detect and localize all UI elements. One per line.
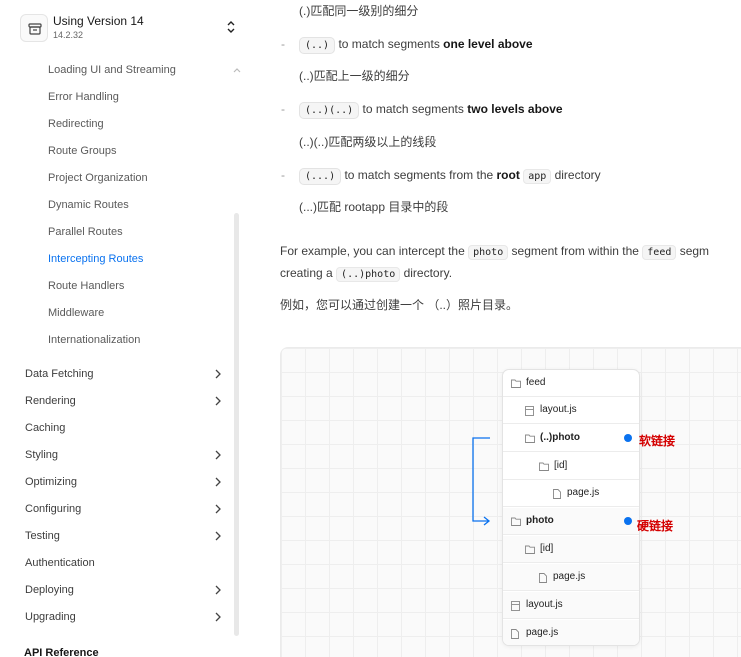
sidebar-item-middleware[interactable]: Middleware [48,304,238,331]
tree-row-intercept-photo: (..)photo [503,425,639,452]
layout-file-icon [511,601,520,611]
folder-icon [525,434,535,443]
list-item: - (..) to match segments one level above [281,37,533,54]
inline-code: feed [642,245,677,260]
chevron-right-icon [215,396,221,406]
sidebar-item-testing[interactable]: Testing [25,526,225,553]
sidebar-item-intercepting-routes[interactable]: Intercepting Routes [48,250,238,277]
chevron-right-icon [215,585,221,595]
folder-icon [539,462,549,471]
sidebar-item-dynamic-routes[interactable]: Dynamic Routes [48,196,238,223]
sidebar-item-project-organization[interactable]: Project Organization [48,169,238,196]
folder-icon [525,545,535,554]
tree-row-photo-page: page.js [503,564,639,591]
chevron-right-icon [215,477,221,487]
sidebar-item-styling[interactable]: Styling [25,445,225,472]
soft-link-annotation: 软链接 [639,434,676,448]
example-paragraph: For example, you can intercept the photo… [280,244,710,260]
sidebar-item-internationalization[interactable]: Internationalization [48,331,238,358]
example-paragraph-cont: creating a (..)photo directory. [280,266,453,282]
chevron-right-icon [215,531,221,541]
file-icon [539,573,547,583]
inline-code: app [523,169,552,184]
sidebar-item-optimizing[interactable]: Optimizing [25,472,225,499]
tree-row-feed-layout: layout.js [503,397,639,424]
translation-line: (..)(..)匹配两级以上的线段 [299,135,437,149]
version-number: 14.2.32 [53,30,84,40]
file-tree: feed layout.js (..)photo [id] page.js ph… [502,369,640,646]
tree-row-root-layout: layout.js [503,592,639,619]
translation-line: 例如，您可以通过创建一个 （..）照片目录。 [280,298,519,312]
layout-file-icon [525,406,534,416]
folder-icon [511,379,521,388]
chevron-right-icon [215,504,221,514]
translation-line: (..)匹配上一级的细分 [299,69,410,83]
tree-row-intercept-id: [id] [503,453,639,480]
archive-icon [20,14,48,42]
sidebar-item-redirecting[interactable]: Redirecting [48,115,238,142]
version-switcher[interactable]: Using Version 14 14.2.32 [20,11,244,45]
sidebar-item-parallel-routes[interactable]: Parallel Routes [48,223,238,250]
translation-line: (...)匹配 rootapp 目录中的段 [299,200,449,214]
sidebar-item-route-groups[interactable]: Route Groups [48,142,238,169]
sidebar-scrollbar[interactable] [234,213,239,636]
sidebar-item-configuring[interactable]: Configuring [25,499,225,526]
tree-row-photo-id: [id] [503,536,639,563]
routing-sub-nav: Loading UI and Streaming Error Handling … [48,61,238,358]
sidebar-item-loading-ui[interactable]: Loading UI and Streaming [48,61,238,88]
chevron-up-down-icon [227,21,235,33]
inline-code: (..)(..) [299,102,360,119]
sidebar-item-caching[interactable]: Caching [25,418,225,445]
list-item: - (...) to match segments from the root a… [281,168,601,185]
sidebar-item-route-handlers[interactable]: Route Handlers [48,277,238,304]
folder-icon [511,517,521,526]
docs-sidebar: Using Version 14 14.2.32 Loading UI and … [0,0,250,657]
inline-code: (...) [299,168,342,185]
sidebar-item-api-reference[interactable]: API Reference [24,647,99,657]
chevron-right-icon [215,450,221,460]
translation-line: (.)匹配同一级别的细分 [299,4,419,18]
tree-row-root-page: page.js [503,620,639,645]
tree-row-photo: photo [503,508,639,535]
sidebar-item-authentication[interactable]: Authentication [25,553,225,580]
version-title: Using Version 14 [53,14,144,28]
sidebar-item-data-fetching[interactable]: Data Fetching [25,364,225,391]
link-dot [624,434,632,442]
inline-code: (..)photo [336,267,401,282]
sidebar-item-upgrading[interactable]: Upgrading [25,607,225,634]
inline-code: photo [468,245,509,260]
file-icon [511,629,519,639]
list-item: - (..)(..) to match segments two levels a… [281,102,563,119]
sidebar-item-rendering[interactable]: Rendering [25,391,225,418]
chevron-right-icon [215,369,221,379]
sidebar-item-error-handling[interactable]: Error Handling [48,88,238,115]
inline-code: (..) [299,37,336,54]
hard-link-annotation: 硬链接 [637,519,674,533]
tree-row-feed: feed [503,370,639,397]
sidebar-item-deploying[interactable]: Deploying [25,580,225,607]
tree-row-intercept-page: page.js [503,480,639,507]
file-icon [553,489,561,499]
link-dot [624,517,632,525]
chevron-right-icon [215,612,221,622]
sidebar-sections: Data Fetching Rendering Caching Styling … [25,364,225,634]
